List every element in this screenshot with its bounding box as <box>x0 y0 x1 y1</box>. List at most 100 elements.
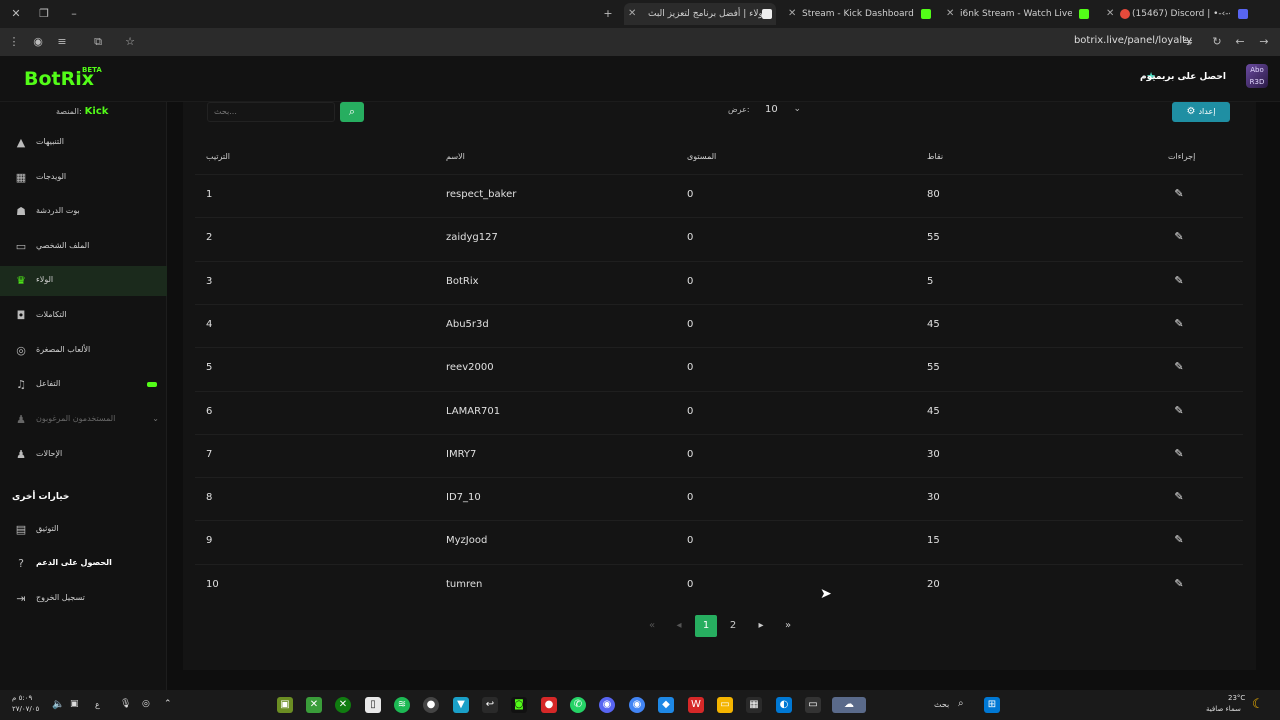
page-2-button[interactable]: 2 <box>722 615 744 637</box>
weather-condition[interactable]: سماء صافية <box>1206 705 1241 713</box>
clock-time[interactable]: ٥:٠٩ م <box>12 694 32 702</box>
sidebar-item-chatbot[interactable]: ☗ بوت الدردشة <box>0 197 167 227</box>
sidebar-item-label: الألعاب المصغرة <box>36 345 91 354</box>
new-tab-icon[interactable]: + <box>600 6 616 22</box>
column-header-name[interactable]: الاسم <box>446 152 465 161</box>
reload-icon[interactable]: ↻ <box>1209 34 1225 50</box>
edit-icon[interactable]: ✎ <box>1172 490 1186 504</box>
points-cell: 55 <box>927 232 940 244</box>
search-input[interactable]: بحث... <box>207 102 335 122</box>
edit-icon[interactable]: ✎ <box>1172 577 1186 591</box>
task-view-icon[interactable]: ▭ <box>805 697 821 713</box>
chrome-icon[interactable]: ◉ <box>629 697 645 713</box>
sidebar: المنصة: Kick ▲ التنبيهات ▦ الويدجات ☗ بوت… <box>0 102 167 690</box>
game-icon[interactable]: ✕ <box>306 697 322 713</box>
widgets-weather-icon[interactable]: ☁ <box>832 697 866 713</box>
taskbar-search[interactable]: بحث <box>934 700 949 709</box>
spotify-icon[interactable]: ≋ <box>394 697 410 713</box>
minimize-window-icon[interactable]: – <box>66 6 82 22</box>
search-button[interactable]: ⌕ <box>340 102 364 122</box>
file-explorer-icon[interactable]: ▭ <box>717 697 733 713</box>
chevron-down-icon[interactable]: ⌄ <box>152 414 159 423</box>
site-settings-icon[interactable]: ⇋ <box>1180 34 1196 50</box>
arrow-app-icon[interactable]: ↩ <box>482 697 498 713</box>
close-tab-icon[interactable]: ✕ <box>788 3 796 25</box>
sidebar-item-profile[interactable]: ▭ الملف الشخصي <box>0 232 167 262</box>
previous-page-icon[interactable]: ◂ <box>668 615 690 637</box>
microphone-icon[interactable]: 🎙 <box>120 699 131 709</box>
sidebar-item-integrations[interactable]: ◘ التكاملات <box>0 301 167 331</box>
bookmark-star-icon[interactable]: ☆ <box>122 34 138 50</box>
setup-button[interactable]: ⚙ إعداد <box>1172 102 1230 122</box>
network-icon[interactable]: ▣ <box>70 699 79 709</box>
weather-temp[interactable]: 23°C <box>1228 694 1245 702</box>
edit-icon[interactable]: ✎ <box>1172 230 1186 244</box>
store-icon[interactable]: ▦ <box>746 697 762 713</box>
app-icon[interactable]: ◆ <box>658 697 674 713</box>
whatsapp-icon[interactable]: ✆ <box>570 697 586 713</box>
close-window-icon[interactable]: ✕ <box>8 6 24 22</box>
url-field[interactable]: botrix.live/panel/loyalty <box>1074 35 1192 46</box>
first-page-icon[interactable]: « <box>641 615 663 637</box>
edit-icon[interactable]: ✎ <box>1172 533 1186 547</box>
rank-cell: 7 <box>206 448 213 460</box>
language-indicator[interactable]: ع <box>95 700 100 709</box>
edit-icon[interactable]: ✎ <box>1172 274 1186 288</box>
page-1-button[interactable]: 1 <box>695 615 717 637</box>
back-icon[interactable]: ← <box>1232 34 1248 50</box>
sidebar-item-widgets[interactable]: ▦ الويدجات <box>0 163 167 193</box>
search-icon[interactable]: ⌕ <box>958 698 964 709</box>
next-page-icon[interactable]: ▸ <box>750 615 772 637</box>
document-icon[interactable]: ▯ <box>365 697 381 713</box>
page-size-select[interactable]: 10 ⌄ <box>761 102 807 122</box>
minecraft-icon[interactable]: ▣ <box>277 697 293 713</box>
extensions-icon[interactable]: ≡ <box>54 34 70 50</box>
tab-discord[interactable]: ✕ (15467) Discord | •-‹-‹-i6nk <box>1102 3 1252 25</box>
nvidia-icon[interactable]: ◙ <box>511 697 527 713</box>
edit-icon[interactable]: ✎ <box>1172 187 1186 201</box>
sidebar-item-logout[interactable]: ⇥ تسجيل الخروج <box>0 584 167 614</box>
close-tab-icon[interactable]: ✕ <box>628 3 636 25</box>
windows-start-icon[interactable]: ⊞ <box>984 697 1000 713</box>
xbox-icon[interactable]: ✕ <box>335 697 351 713</box>
sidebar-item-wanted-users[interactable]: ♟ المستخدمون المرغوبون ⌄ <box>0 405 167 435</box>
sidebar-item-docs[interactable]: ▤ التوثيق <box>0 515 167 545</box>
camera-icon[interactable]: ◎ <box>142 699 150 709</box>
sidebar-item-support[interactable]: ? الحصول على الدعم <box>0 549 167 579</box>
tab-kick-stream[interactable]: ✕ i6nk Stream - Watch Live on Ki <box>942 3 1094 25</box>
column-header-level[interactable]: المستوى <box>687 152 716 161</box>
chevron-up-icon[interactable]: ⌃ <box>164 699 172 709</box>
edit-icon[interactable]: ✎ <box>1172 360 1186 374</box>
gear-icon: ⚙ <box>1186 106 1196 117</box>
sidebar-item-referrals[interactable]: ♟ الإحالات <box>0 440 167 470</box>
edit-icon[interactable]: ✎ <box>1172 404 1186 418</box>
edit-icon[interactable]: ✎ <box>1172 317 1186 331</box>
share-icon[interactable]: ⧉ <box>90 34 106 50</box>
forward-icon[interactable]: → <box>1256 34 1272 50</box>
edit-icon[interactable]: ✎ <box>1172 447 1186 461</box>
profile-icon[interactable]: ◉ <box>30 34 46 50</box>
shield-app-icon[interactable]: ▼ <box>453 697 469 713</box>
sidebar-item-interaction[interactable]: ♫ التفاعل <box>0 370 167 400</box>
tab-loyalty[interactable]: ✕ الولاء | أفضل برنامج لتعزيز البث <box>624 3 776 25</box>
restore-window-icon[interactable]: ❐ <box>36 6 52 22</box>
menu-dots-icon[interactable]: ⋮ <box>6 34 22 50</box>
close-tab-icon[interactable]: ✕ <box>1106 3 1114 25</box>
copilot-icon[interactable]: ◐ <box>776 697 792 713</box>
sidebar-item-loyalty[interactable]: ♛ الولاء <box>0 266 167 296</box>
discord-icon[interactable]: ◉ <box>599 697 615 713</box>
recorder-icon[interactable]: ● <box>541 697 557 713</box>
volume-icon[interactable]: 🔈 <box>52 699 64 710</box>
last-page-icon[interactable]: » <box>777 615 799 637</box>
wps-icon[interactable]: W <box>688 697 704 713</box>
github-icon[interactable]: ● <box>423 697 439 713</box>
column-header-points[interactable]: نقاط <box>927 152 943 161</box>
clock-date[interactable]: ٢٧/٠٧/٠٥ <box>12 705 39 713</box>
tab-kick-dashboard[interactable]: ✕ Stream - Kick Dashboard <box>784 3 934 25</box>
sidebar-item-minigames[interactable]: ◎ الألعاب المصغرة <box>0 336 167 366</box>
get-premium-link[interactable]: احصل على بريميوم <box>1140 72 1226 82</box>
close-tab-icon[interactable]: ✕ <box>946 3 954 25</box>
sidebar-item-alerts[interactable]: ▲ التنبيهات <box>0 128 167 158</box>
column-header-rank[interactable]: الترتيب <box>206 152 230 161</box>
avatar[interactable]: Abo R3D <box>1246 64 1268 88</box>
